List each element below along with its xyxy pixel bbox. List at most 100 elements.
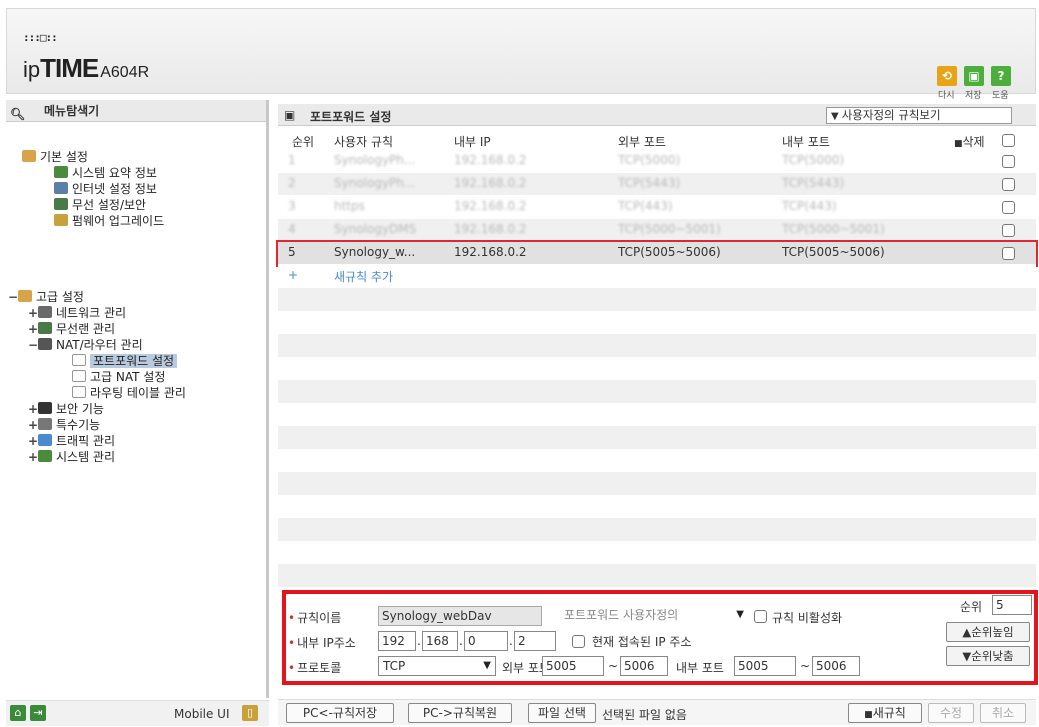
preset-select[interactable]: 포트포워드 사용자정의 ▼ [560, 606, 748, 626]
rule-name-input[interactable]: Synology_webDav [378, 606, 542, 626]
row-delete-checkbox[interactable] [1002, 178, 1015, 191]
ip-octet-3[interactable]: 0 [464, 631, 508, 651]
page-icon [72, 354, 86, 366]
refresh-icon[interactable]: ⟲ [937, 66, 957, 86]
empty-row [278, 380, 1036, 403]
disable-rule-checkbox[interactable] [754, 610, 767, 623]
int-port-from[interactable]: 5005 [734, 656, 796, 676]
expand-icon[interactable]: + [28, 306, 38, 320]
save-icon[interactable]: ▣ [964, 66, 984, 86]
table-row[interactable]: 1 SynologyPh... 192.168.0.2 TCP(5000) TC… [278, 150, 1036, 173]
disable-rule-label: 규칙 비활성화 [772, 611, 843, 625]
row-delete-checkbox[interactable] [1002, 247, 1015, 260]
add-rule-row[interactable]: + 새규칙 추가 [278, 265, 1036, 288]
special-icon [38, 418, 52, 430]
order-up-button[interactable]: ▲순위높임 [946, 622, 1030, 642]
sidebar-footer: ⌂ ⇥ Mobile UI ▯ [6, 700, 269, 726]
expand-icon[interactable]: + [28, 322, 38, 336]
expand-icon[interactable]: + [28, 434, 38, 448]
ip-octet-4[interactable]: 2 [514, 631, 556, 651]
col-delete[interactable]: ■삭제 [954, 133, 985, 150]
row-delete-checkbox[interactable] [1002, 155, 1015, 168]
col-internal-ip: 내부 IP [454, 135, 491, 149]
current-ip-checkbox[interactable] [572, 635, 585, 648]
tree-item-system-summary[interactable]: 시스템 요약 정보 [54, 166, 157, 180]
home-icon[interactable]: ⌂ [10, 705, 26, 721]
order-input[interactable]: 5 [992, 595, 1032, 615]
ext-port-from[interactable]: 5005 [542, 656, 604, 676]
tree-item-security[interactable]: + 보안 기능 [28, 402, 104, 416]
table-row[interactable]: 4 SynologyDMS 192.168.0.2 TCP(5000~5001)… [278, 219, 1036, 242]
table-row[interactable]: 2 SynologyPh... 192.168.0.2 TCP(5443) TC… [278, 173, 1036, 196]
logout-icon[interactable]: ⇥ [30, 705, 46, 721]
refresh-label[interactable]: 다시 [938, 88, 955, 101]
order-down-button[interactable]: ▼순위낮춤 [946, 646, 1030, 666]
tree-item-internet-info[interactable]: 인터넷 설정 정보 [54, 182, 157, 196]
current-ip-label: 현재 접속된 IP 주소 [592, 635, 692, 649]
tree-item-port-forward[interactable]: 포트포워드 설정 [72, 354, 178, 368]
mobile-ui-label[interactable]: Mobile UI [174, 707, 230, 721]
help-icon[interactable]: ? [991, 66, 1011, 86]
tree-item-firmware-upgrade[interactable]: 펌웨어 업그레이드 [54, 214, 164, 228]
protocol-select[interactable]: TCP ▼ [378, 656, 496, 676]
expand-icon[interactable]: + [28, 450, 38, 464]
tree-item-routing-table[interactable]: 라우팅 테이블 관리 [72, 386, 186, 400]
tree-item-system[interactable]: + 시스템 관리 [28, 450, 115, 464]
empty-row [278, 518, 1036, 541]
empty-row [278, 403, 1036, 426]
bottom-toolbar: PC<-규칙저장 PC->규칙복원 파일 선택 선택된 파일 없음 ■새규칙 수… [278, 699, 1036, 725]
ext-port-to[interactable]: 5006 [620, 656, 668, 676]
tree-item-advanced-nat[interactable]: 고급 NAT 설정 [72, 370, 165, 384]
rule-name-label: • 규칙이름 [288, 611, 342, 625]
tree-item-wireless-security[interactable]: 무선 설정/보안 [54, 198, 146, 212]
ip-dot: . [417, 634, 421, 648]
chevron-down-icon: ▼ [483, 660, 491, 671]
file-select-button[interactable]: 파일 선택 [528, 703, 596, 723]
folder-icon [18, 290, 32, 302]
empty-row [278, 311, 1036, 334]
empty-row [278, 564, 1036, 587]
ip-octet-2[interactable]: 168 [422, 631, 458, 651]
expand-icon[interactable]: + [28, 418, 38, 432]
tree-advanced-settings[interactable]: − 고급 설정 [8, 290, 84, 304]
empty-row [278, 449, 1036, 472]
table-row[interactable]: 3 https 192.168.0.2 TCP(443) TCP(443) [278, 196, 1036, 219]
tree-item-nat[interactable]: − NAT/라우터 관리 [28, 338, 143, 352]
restore-from-pc-button[interactable]: PC->규칙복원 [408, 703, 512, 723]
tree-item-traffic[interactable]: + 트래픽 관리 [28, 434, 115, 448]
tree-item-special[interactable]: + 특수기능 [28, 418, 100, 432]
empty-row [278, 472, 1036, 495]
save-to-pc-button[interactable]: PC<-규칙저장 [286, 703, 394, 723]
help-label[interactable]: 도움 [992, 88, 1009, 101]
empty-row [278, 334, 1036, 357]
row-delete-checkbox[interactable] [1002, 224, 1015, 237]
empty-row [278, 288, 1036, 311]
logo-mark: :::□:: [23, 31, 58, 44]
tree-item-wlan[interactable]: + 무선랜 관리 [28, 322, 115, 336]
selected-label: 포트포워드 설정 [90, 354, 178, 368]
view-rule-select[interactable]: ▼ 사용자정의 규칙보기 [826, 107, 1012, 124]
expand-icon[interactable]: + [28, 402, 38, 416]
mobile-icon[interactable]: ▯ [242, 705, 258, 721]
save-label[interactable]: 저장 [965, 88, 982, 101]
ip-octet-1[interactable]: 192 [378, 631, 416, 651]
router-icon [38, 338, 52, 350]
cancel-button[interactable]: 취소 [980, 703, 1026, 723]
row-delete-checkbox[interactable] [1002, 201, 1015, 214]
chart-icon [38, 450, 52, 462]
tree-basic-settings[interactable]: 기본 설정 [22, 150, 88, 164]
collapse-icon[interactable]: − [28, 338, 38, 352]
tree-item-network[interactable]: + 네트워크 관리 [28, 306, 126, 320]
range-tilde: ~ [608, 659, 619, 673]
collapse-icon[interactable]: − [8, 290, 18, 304]
new-rule-button[interactable]: ■새규칙 [848, 703, 922, 723]
int-port-to[interactable]: 5006 [812, 656, 860, 676]
chevron-down-icon: ▼ [831, 111, 839, 122]
wireless-icon [54, 198, 68, 210]
table-row-selected[interactable]: 5 Synology_w... 192.168.0.2 TCP(5005~500… [276, 240, 1038, 267]
select-all-checkbox[interactable] [1002, 134, 1015, 147]
empty-row [278, 495, 1036, 518]
port-forward-table: 순위 사용자 규칙 내부 IP 외부 포트 내부 포트 ■삭제 1 Synolo… [276, 130, 1038, 587]
modify-button[interactable]: 수정 [928, 703, 974, 723]
add-rule-link[interactable]: 새규칙 추가 [334, 268, 393, 285]
